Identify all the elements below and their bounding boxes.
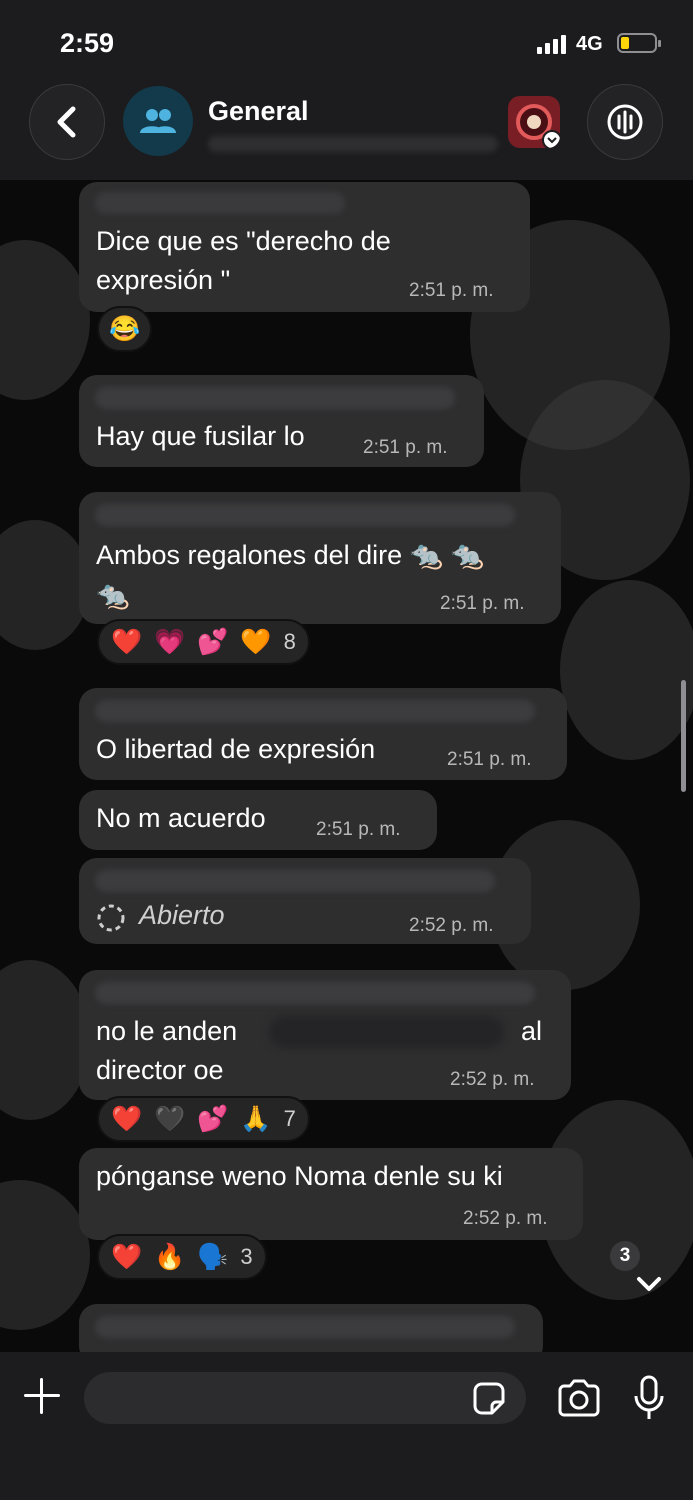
signal-icon	[537, 34, 566, 54]
reaction-bar[interactable]: ❤️ 💗 💕 🧡 8	[97, 619, 310, 665]
blurred-sender-name	[95, 1316, 515, 1338]
home-indicator	[236, 1484, 456, 1492]
reaction-emoji: 💗	[154, 627, 186, 656]
chevron-down-icon	[542, 130, 560, 148]
message-text: Ambos regalones del dire 🐀 🐀	[96, 540, 485, 570]
message-bubble[interactable]: Hay que fusilar lo 2:51 p. m.	[79, 375, 484, 467]
reaction-bar[interactable]: ❤️ 🔥 🗣️ 3	[97, 1234, 267, 1280]
message-time: 2:51 p. m.	[316, 819, 401, 840]
blurred-sender-name	[95, 387, 455, 409]
reaction-count: 3	[240, 1244, 253, 1269]
message-text: Hay que fusilar lo	[96, 421, 305, 451]
reaction-count: 7	[283, 1106, 296, 1131]
message-text: O libertad de expresión	[96, 734, 376, 764]
message-time: 2:52 p. m.	[463, 1208, 548, 1229]
message-text: Abierto	[139, 900, 225, 930]
camera-icon	[558, 1379, 600, 1417]
reaction-emoji: ❤️	[111, 627, 143, 656]
sticker-icon	[473, 1382, 505, 1415]
chevron-down-icon	[637, 1277, 661, 1291]
loading-icon	[95, 902, 127, 939]
message-text: director oe	[96, 1055, 224, 1085]
chevron-left-icon	[57, 106, 76, 138]
reaction-emoji: 🔥	[154, 1242, 186, 1271]
blurred-sender-name	[95, 192, 345, 214]
message-bubble[interactable]: pónganse weno Noma denle su ki 2:52 p. m…	[79, 1148, 583, 1240]
blurred-sender-name	[95, 982, 535, 1004]
scroll-to-bottom-button[interactable]	[631, 1266, 667, 1302]
reaction-emoji: ❤️	[111, 1242, 143, 1271]
message-text: pónganse weno Noma denle su ki	[96, 1161, 503, 1191]
reaction-emoji: 🧡	[240, 627, 272, 656]
clock: 2:59	[60, 28, 115, 58]
camera-button[interactable]	[556, 1378, 602, 1418]
message-composer	[0, 1352, 693, 1500]
battery-icon	[617, 33, 661, 53]
chat-title[interactable]: General	[208, 96, 309, 127]
reaction-emoji: ❤️	[111, 1104, 143, 1133]
plus-icon[interactable]	[22, 1376, 62, 1416]
blurred-subtitle	[208, 136, 498, 152]
network-label: 4G	[576, 33, 603, 55]
message-text: no le anden	[96, 1016, 238, 1046]
reaction-bar[interactable]: 😂	[97, 306, 153, 352]
message-bubble[interactable]: No m acuerdo 2:51 p. m.	[79, 790, 437, 850]
message-time: 2:51 p. m.	[409, 280, 494, 301]
microphone-button[interactable]	[632, 1374, 666, 1422]
reaction-emoji: 🖤	[154, 1104, 186, 1133]
message-text: 🐀	[96, 580, 130, 610]
group-avatar[interactable]	[123, 86, 193, 156]
reaction-emoji: 😂	[109, 314, 141, 343]
message-text: expresión "	[96, 265, 231, 295]
message-text: al	[521, 1016, 543, 1046]
reaction-emoji: 🗣️	[197, 1242, 229, 1271]
status-bar: 2:59 4G	[0, 0, 693, 78]
reaction-count: 8	[283, 629, 296, 654]
message-time: 2:52 p. m.	[409, 915, 494, 936]
scrollbar[interactable]	[681, 680, 686, 792]
message-bubble[interactable]: Abierto 2:52 p. m.	[79, 858, 531, 944]
reaction-emoji: 🙏	[240, 1104, 272, 1133]
reaction-emoji: 💕	[197, 1104, 229, 1133]
voice-chat-button[interactable]	[587, 84, 663, 160]
blurred-text	[269, 1016, 504, 1048]
blurred-sender-name	[95, 504, 515, 526]
microphone-icon	[634, 1375, 664, 1419]
message-bubble[interactable]: O libertad de expresión 2:51 p. m.	[79, 688, 567, 780]
blurred-sender-name	[95, 700, 535, 722]
message-bubble[interactable]: Dice que es "derecho de expresión " 2:51…	[79, 182, 530, 312]
message-bubble[interactable]: no le anden al director oe 2:52 p. m.	[79, 970, 571, 1100]
message-text: Dice que es "derecho de	[96, 226, 391, 256]
reaction-bar[interactable]: ❤️ 🖤 💕 🙏 7	[97, 1096, 310, 1142]
group-icon	[140, 109, 176, 133]
message-text: No m acuerdo	[96, 803, 266, 833]
community-photo[interactable]	[508, 96, 560, 148]
back-button[interactable]	[29, 84, 105, 160]
sticker-button[interactable]	[470, 1380, 508, 1418]
message-bubble[interactable]: Ambos regalones del dire 🐀 🐀 🐀 2:51 p. m…	[79, 492, 561, 624]
message-time: 2:51 p. m.	[440, 593, 525, 614]
chat-header: General	[0, 78, 693, 180]
message-input[interactable]	[84, 1372, 526, 1424]
soundwave-icon	[607, 104, 643, 140]
message-time: 2:51 p. m.	[363, 437, 448, 458]
blurred-sender-name	[95, 870, 495, 892]
message-time: 2:51 p. m.	[447, 749, 532, 770]
reaction-emoji: 💕	[197, 627, 229, 656]
message-time: 2:52 p. m.	[450, 1069, 535, 1090]
